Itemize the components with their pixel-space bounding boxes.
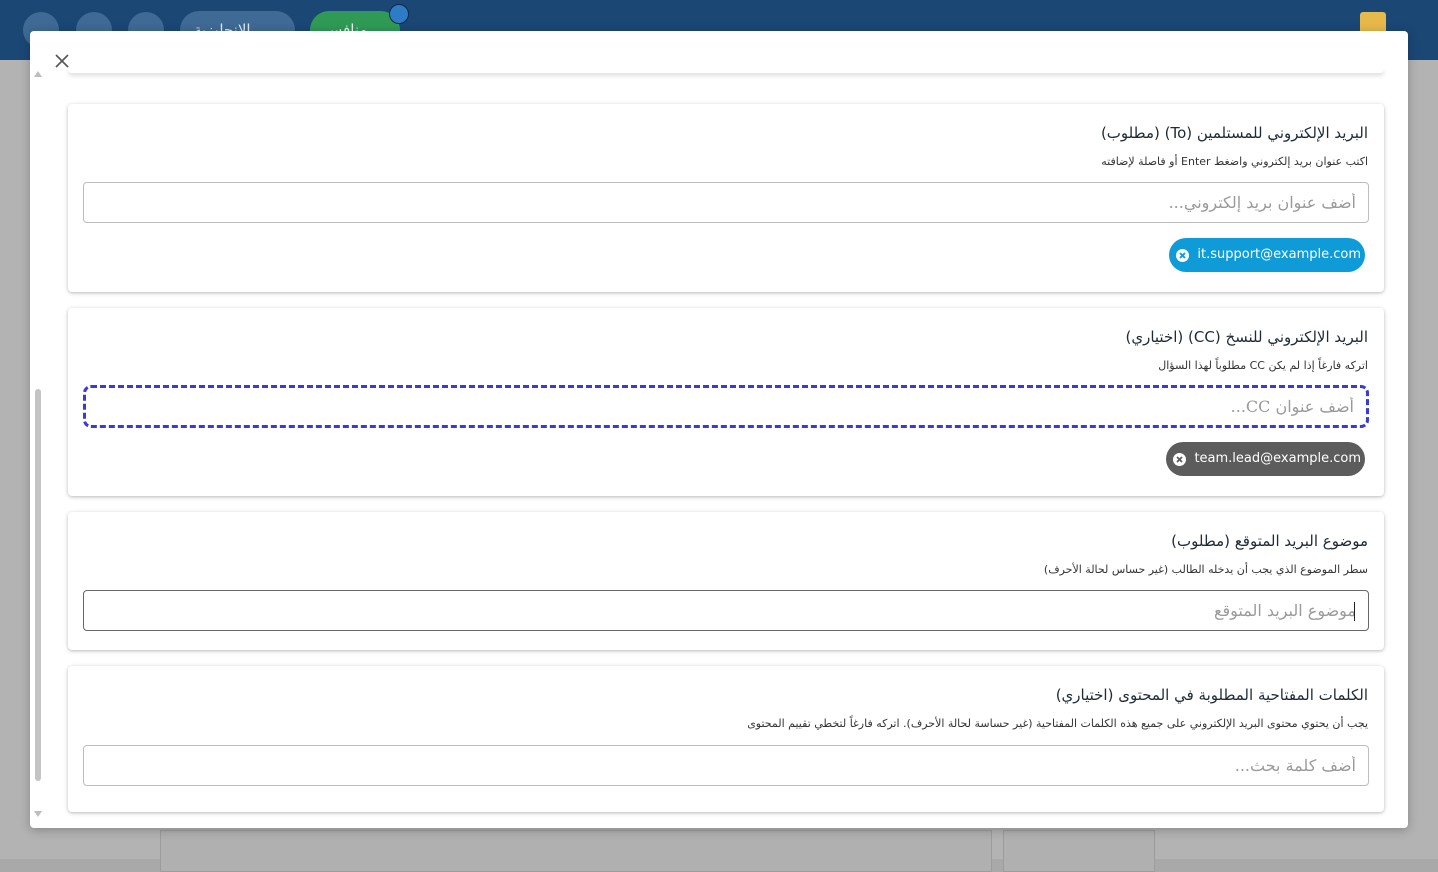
keywords-card: الكلمات المفتاحية المطلوبة في المحتوى (ا…: [68, 666, 1384, 812]
background-panel: [160, 830, 992, 872]
keywords-input[interactable]: [106, 746, 1356, 785]
cc-email-input[interactable]: [104, 388, 1354, 425]
subject-title: موضوع البريد المتوقع (مطلوب): [1171, 532, 1368, 550]
previous-card-edge: [68, 67, 1384, 73]
cc-email-title: البريد الإلكتروني للنسخ (CC) (اختياري): [1125, 328, 1369, 346]
cc-email-chip: team.lead@example.com: [1166, 442, 1365, 476]
to-email-card: البريد الإلكتروني للمستلمين (To) (مطلوب)…: [68, 104, 1384, 292]
keywords-hint: يجب أن يحتوي محتوى البريد الإلكتروني على…: [747, 717, 1368, 730]
keywords-field[interactable]: [83, 745, 1369, 786]
subject-field[interactable]: [83, 590, 1369, 631]
cc-email-card: البريد الإلكتروني للنسخ (CC) (اختياري) ا…: [68, 308, 1384, 496]
email-settings-modal: البريد الإلكتروني للمستلمين (To) (مطلوب)…: [30, 31, 1408, 828]
subject-hint: سطر الموضوع الذي يجب أن يدخله الطالب (غي…: [1043, 563, 1368, 576]
keywords-title: الكلمات المفتاحية المطلوبة في المحتوى (ا…: [1055, 686, 1368, 704]
scroll-up-arrow-icon[interactable]: [34, 71, 42, 77]
to-email-field[interactable]: [83, 182, 1369, 223]
cc-email-chip-label: team.lead@example.com: [1194, 451, 1361, 466]
subject-input[interactable]: [106, 591, 1356, 630]
scrollbar-thumb[interactable]: [35, 389, 41, 781]
remove-chip-icon[interactable]: [1173, 453, 1187, 466]
cc-email-field[interactable]: [83, 385, 1369, 428]
to-email-input[interactable]: [106, 183, 1356, 222]
subject-card: موضوع البريد المتوقع (مطلوب) سطر الموضوع…: [68, 512, 1384, 650]
to-email-hint: اكتب عنوان بريد إلكتروني واضغط Enter أو …: [1101, 155, 1368, 168]
status-indicator: [389, 4, 409, 24]
to-email-title: البريد الإلكتروني للمستلمين (To) (مطلوب): [1100, 124, 1368, 142]
to-email-chip: it.support@example.com: [1169, 238, 1365, 272]
to-email-chip-label: it.support@example.com: [1197, 247, 1361, 262]
remove-chip-icon[interactable]: [1176, 249, 1190, 262]
text-cursor: [1354, 602, 1355, 621]
scroll-down-arrow-icon[interactable]: [34, 811, 42, 817]
cc-email-hint: اتركه فارغاً إذا لم يكن CC مطلوباً لهذا …: [1158, 359, 1368, 372]
background-panel: [1003, 830, 1155, 872]
